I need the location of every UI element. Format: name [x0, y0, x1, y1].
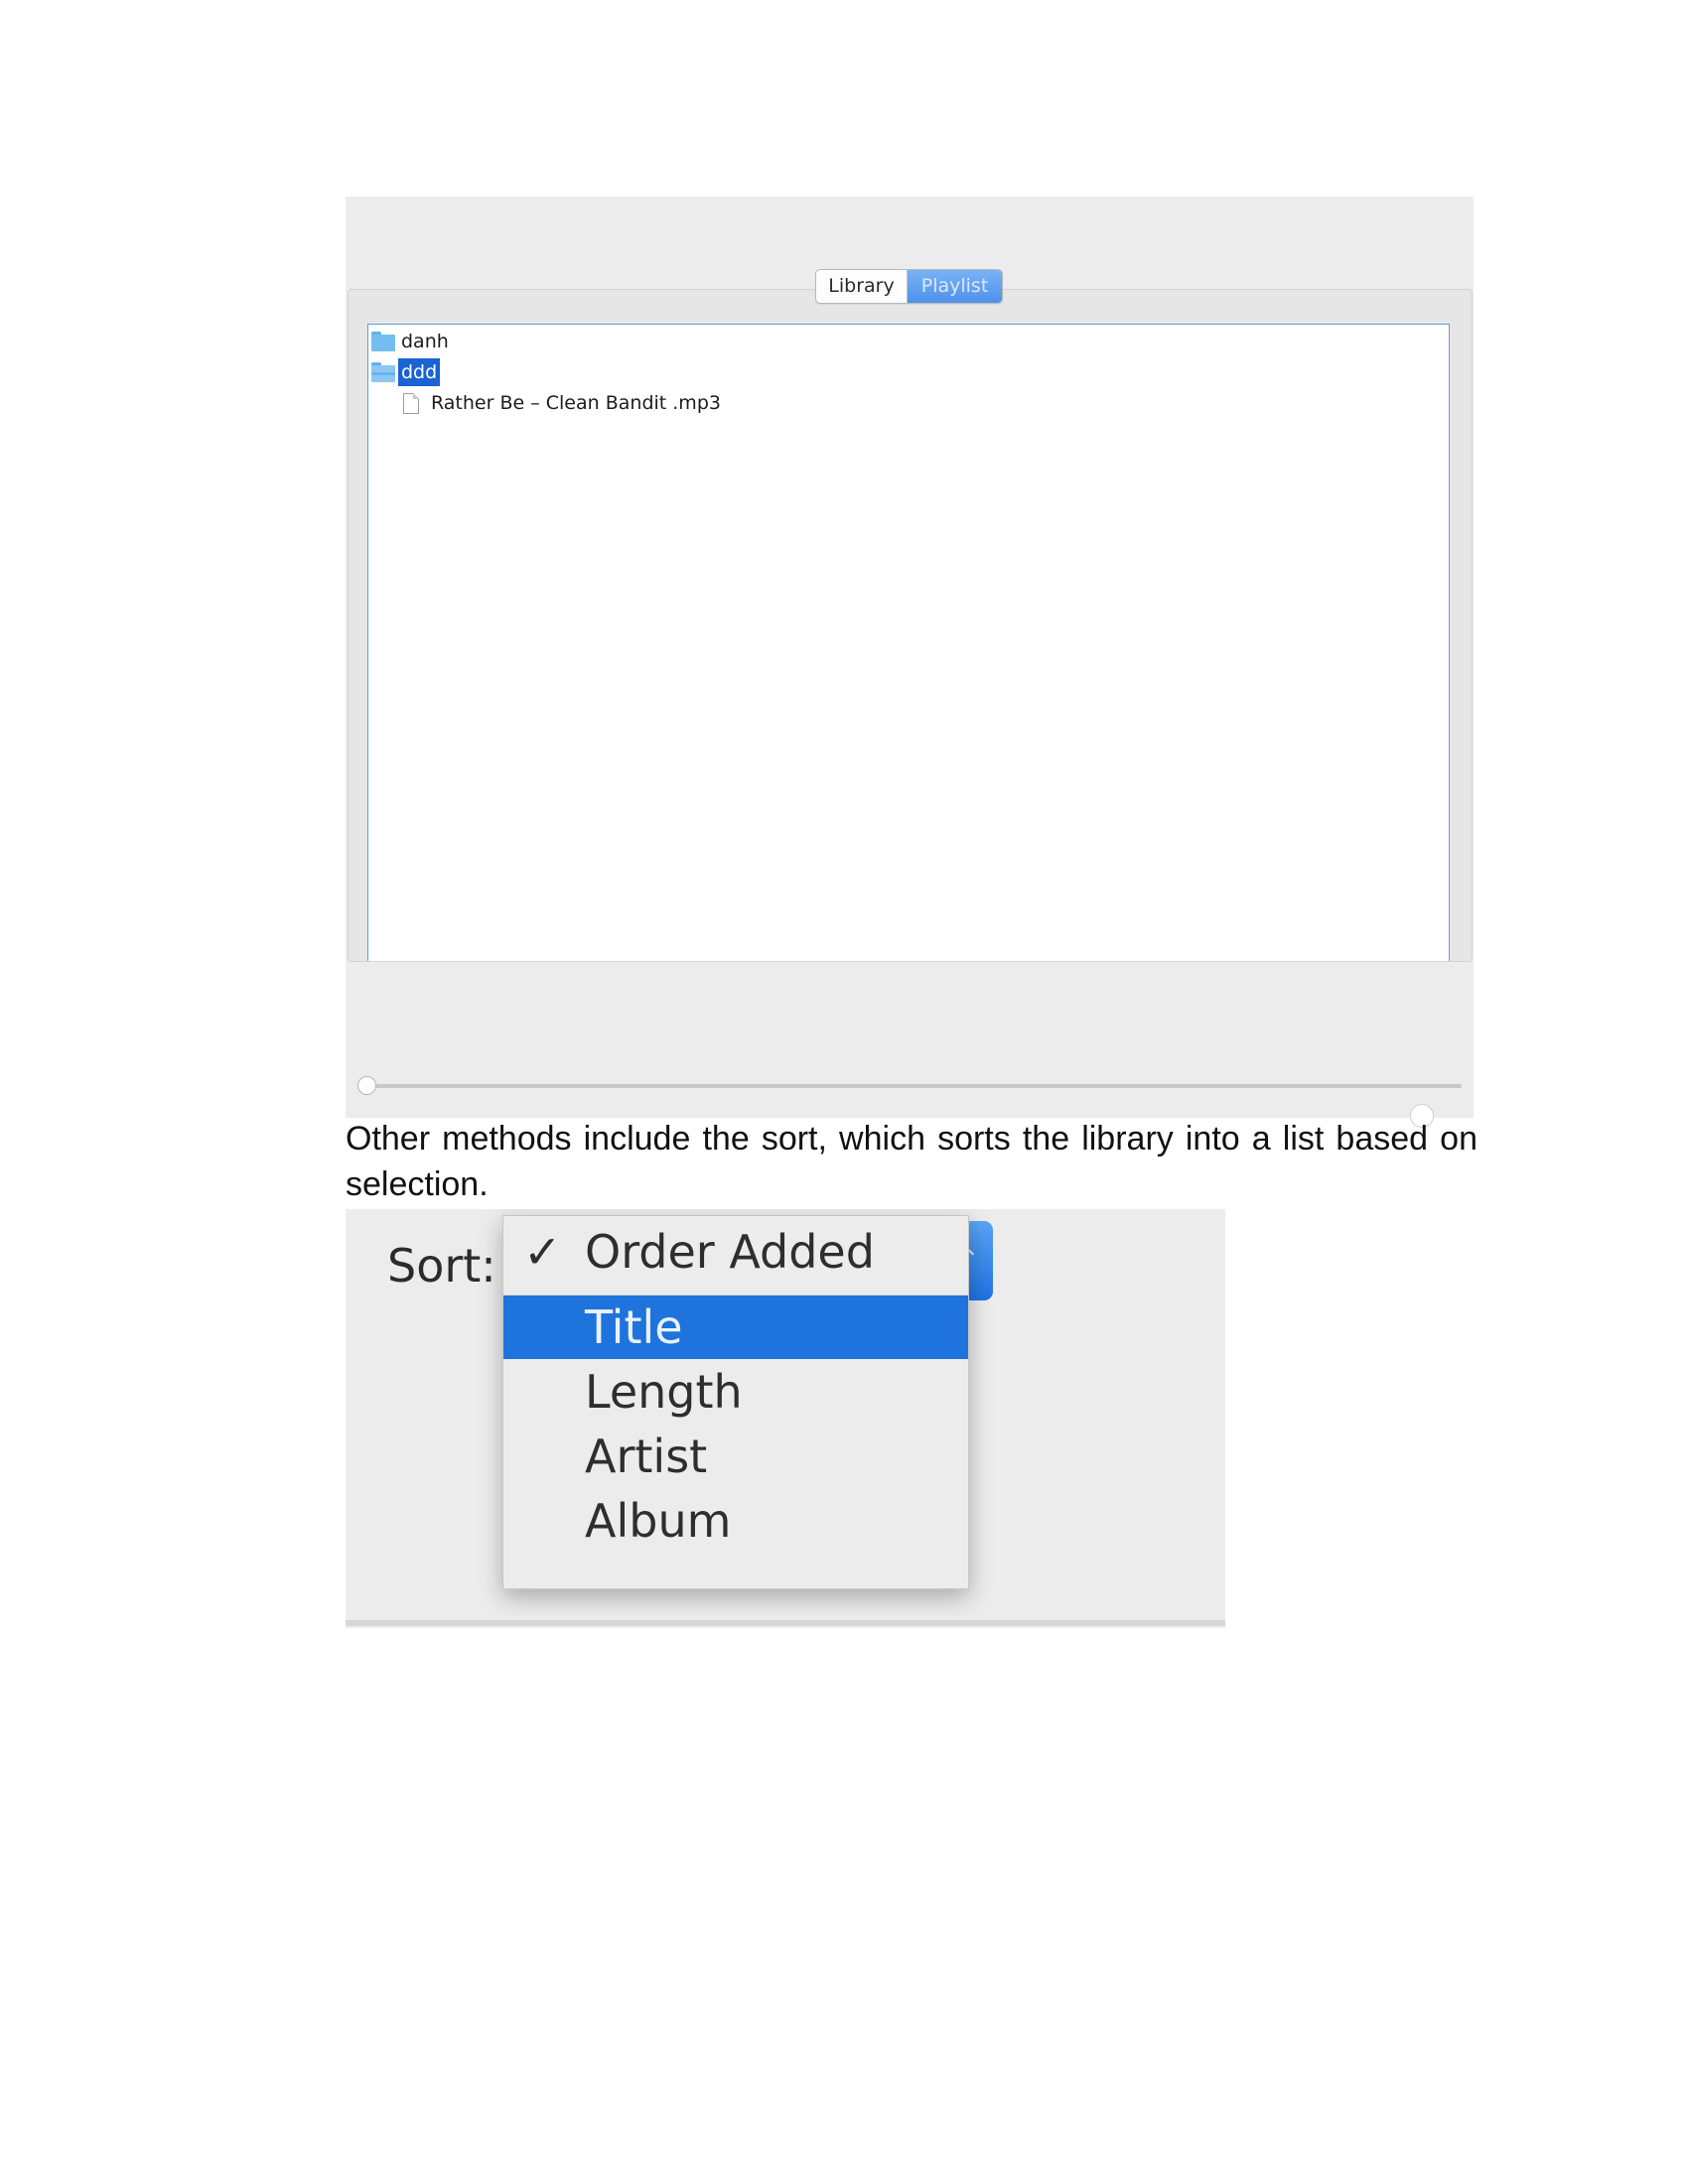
tab-library[interactable]: Library	[816, 270, 908, 303]
tree-item-label: ddd	[398, 358, 441, 386]
progress-slider-track[interactable]	[359, 1084, 1462, 1088]
tree-item-danh[interactable]: danh	[371, 327, 452, 356]
playlist-screenshot: Library Playlist danh ddd Rather Be – Cl…	[346, 197, 1474, 1128]
menu-item-order-added[interactable]: ✓ Order Added	[503, 1220, 968, 1284]
menu-item-label: Album	[585, 1494, 732, 1548]
menu-item-album[interactable]: Album	[503, 1489, 968, 1553]
menu-item-label: Title	[585, 1300, 683, 1354]
view-tabs: Library Playlist	[815, 269, 1003, 304]
tree-item-ddd[interactable]: ddd	[371, 357, 441, 387]
menu-item-length[interactable]: Length	[503, 1360, 968, 1424]
menu-item-label: Artist	[585, 1430, 708, 1483]
sort-menu: ✓ Order Added Title Length Artist Album	[502, 1215, 969, 1589]
tree-item-label: Rather Be – Clean Bandit .mp3	[431, 392, 721, 414]
progress-slider-thumb[interactable]	[357, 1076, 376, 1095]
menu-item-label: Order Added	[585, 1225, 875, 1279]
panel-bottom-edge	[346, 1620, 1225, 1626]
file-icon	[403, 392, 419, 414]
tree-item-label: danh	[401, 331, 449, 352]
tree-item-file[interactable]: Rather Be – Clean Bandit .mp3	[403, 388, 724, 418]
menu-item-label: Length	[585, 1365, 743, 1419]
checkmark-icon: ✓	[523, 1225, 562, 1279]
menu-item-artist[interactable]: Artist	[503, 1425, 968, 1488]
menu-item-title[interactable]: Title	[503, 1296, 968, 1359]
sort-label: Sort:	[387, 1239, 496, 1293]
folder-open-icon	[371, 362, 395, 382]
playlist-tree: danh ddd Rather Be – Clean Bandit .mp3	[367, 324, 1450, 961]
sort-screenshot: Sort: ⌃ ✓ Order Added Title Length Artis…	[346, 1209, 1225, 1628]
tab-playlist[interactable]: Playlist	[908, 270, 1002, 303]
body-paragraph: Other methods include the sort, which so…	[346, 1120, 1477, 1203]
folder-icon	[371, 332, 395, 351]
